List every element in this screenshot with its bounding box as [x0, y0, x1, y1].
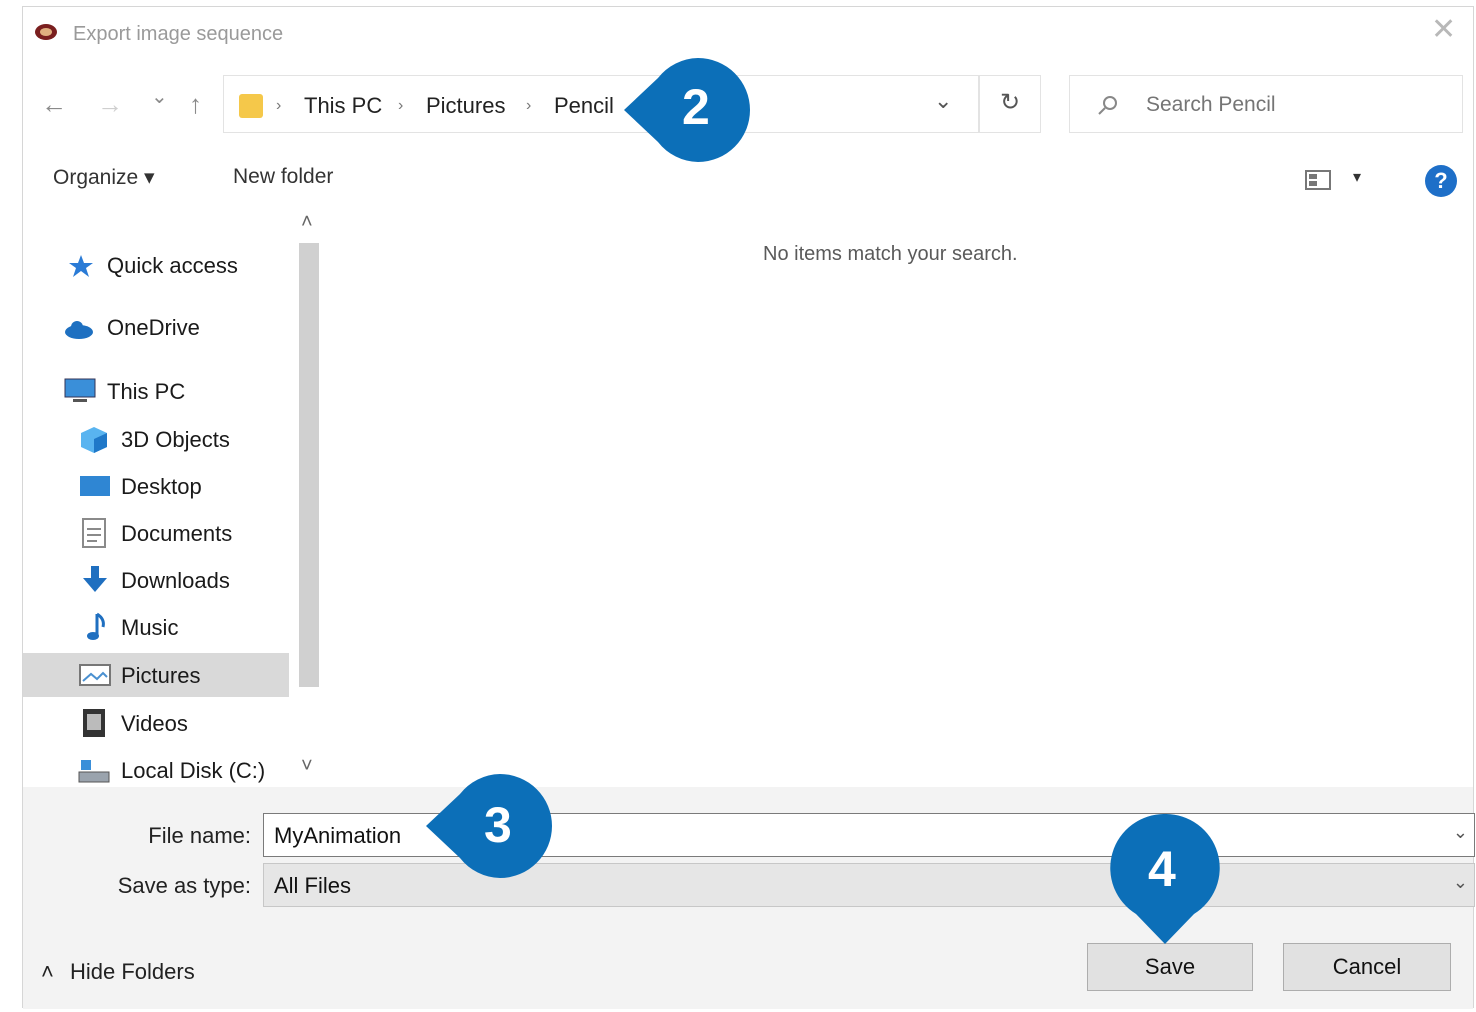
chevron-up-icon: ˄: [41, 959, 54, 984]
music-icon: [87, 612, 105, 640]
file-list-area[interactable]: No items match your search.: [323, 207, 1473, 787]
sidebar-item-downloads[interactable]: Downloads: [23, 558, 289, 602]
sidebar-item-label: Desktop: [121, 474, 202, 499]
scroll-up-arrow[interactable]: ˄: [301, 211, 313, 234]
sidebar-item-onedrive[interactable]: OneDrive: [23, 305, 289, 349]
video-icon: [83, 709, 105, 737]
sidebar-item-label: OneDrive: [107, 315, 200, 340]
star-icon: [69, 255, 93, 277]
hide-folders-label: Hide Folders: [69, 959, 195, 984]
sidebar-item-videos[interactable]: Videos: [23, 701, 289, 745]
file-name-input[interactable]: MyAnimation: [274, 823, 401, 849]
sidebar-item-label: Documents: [121, 521, 233, 546]
dialog-title: Export image sequence: [73, 23, 284, 45]
sidebar-item-label: This PC: [107, 379, 186, 404]
cube-icon: [81, 427, 107, 453]
sidebar-item-label: Pictures: [121, 663, 201, 688]
search-icon: [1098, 96, 1117, 115]
pictures-icon: [79, 664, 111, 686]
save-options-panel: File name: MyAnimation ⌄ Save as type: A…: [23, 787, 1475, 1009]
save-button[interactable]: Save: [1087, 943, 1253, 991]
refresh-button[interactable]: ↻: [979, 75, 1041, 133]
help-button[interactable]: ?: [1425, 165, 1457, 197]
organize-menu[interactable]: Organize ▾: [53, 165, 155, 190]
sidebar-item-local-disk[interactable]: Local Disk (C:): [23, 748, 289, 792]
callout-number: 4: [1148, 841, 1176, 897]
document-icon: [82, 518, 106, 548]
title-bar: Export image sequence ✕: [23, 7, 1473, 63]
up-button[interactable]: ↑: [189, 91, 202, 117]
callout-number: 2: [682, 79, 710, 135]
save-as-type-label: Save as type:: [117, 873, 251, 898]
empty-message: No items match your search.: [763, 243, 1018, 265]
view-options-icon[interactable]: [1305, 169, 1331, 191]
cancel-button[interactable]: Cancel: [1283, 943, 1451, 991]
navigation-pane: Quick access OneDrive This PC 3D Objects…: [23, 207, 323, 787]
address-bar[interactable]: › This PC › Pictures › Pencil ⌄: [223, 75, 979, 133]
folder-icon: [239, 94, 263, 118]
back-button[interactable]: ←: [41, 91, 67, 117]
sidebar-item-label: 3D Objects: [121, 427, 230, 452]
breadcrumb-pencil[interactable]: Pencil: [554, 93, 614, 119]
sidebar-item-label: Local Disk (C:): [121, 758, 266, 783]
chevron-down-icon[interactable]: ⌄: [1453, 872, 1468, 893]
forward-button[interactable]: →: [97, 91, 123, 117]
breadcrumb-separator: ›: [276, 97, 282, 114]
callout-2: 2: [624, 58, 754, 162]
search-input[interactable]: [1144, 88, 1448, 122]
view-dropdown-button[interactable]: ▾: [1353, 167, 1361, 187]
chevron-down-icon[interactable]: ⌄: [1453, 822, 1468, 843]
sidebar-item-desktop[interactable]: Desktop: [23, 464, 289, 508]
sidebar-item-quick-access[interactable]: Quick access: [23, 243, 289, 287]
scrollbar-thumb[interactable]: [299, 243, 319, 687]
sidebar-item-label: Music: [121, 615, 179, 640]
callout-3: 3: [426, 774, 556, 878]
breadcrumb-separator: ›: [398, 97, 404, 114]
sidebar-item-3d-objects[interactable]: 3D Objects: [23, 417, 289, 461]
sidebar-item-label: Quick access: [107, 253, 238, 278]
refresh-icon: ↻: [1000, 89, 1021, 116]
download-icon: [83, 566, 107, 592]
sidebar-item-label: Downloads: [121, 568, 230, 593]
computer-icon: [64, 378, 96, 402]
new-folder-button[interactable]: New folder: [233, 165, 333, 189]
disk-icon: [78, 760, 110, 783]
callout-4: 4: [1110, 814, 1220, 944]
search-box[interactable]: [1069, 75, 1463, 133]
breadcrumb-separator: ›: [526, 97, 532, 114]
sidebar-item-this-pc[interactable]: This PC: [23, 369, 289, 413]
save-as-type-value: All Files: [274, 873, 352, 898]
recent-locations-button[interactable]: ⌄: [151, 87, 168, 107]
scroll-down-arrow[interactable]: ˅: [301, 755, 313, 778]
app-icon: [35, 24, 57, 40]
breadcrumb-this-pc[interactable]: This PC: [304, 93, 382, 119]
sidebar-item-documents[interactable]: Documents: [23, 511, 289, 555]
cloud-icon: [65, 321, 93, 339]
hide-folders-toggle[interactable]: ˄ Hide Folders: [41, 959, 195, 985]
breadcrumb-pictures[interactable]: Pictures: [426, 93, 505, 119]
sidebar-item-pictures[interactable]: Pictures: [23, 653, 289, 697]
file-name-label: File name:: [148, 823, 251, 848]
sidebar-item-label: Videos: [121, 711, 188, 736]
close-button[interactable]: ✕: [1431, 15, 1456, 45]
sidebar-item-music[interactable]: Music: [23, 605, 289, 649]
desktop-icon: [80, 476, 110, 496]
address-dropdown-button[interactable]: ⌄: [934, 88, 952, 114]
callout-number: 3: [484, 797, 512, 853]
